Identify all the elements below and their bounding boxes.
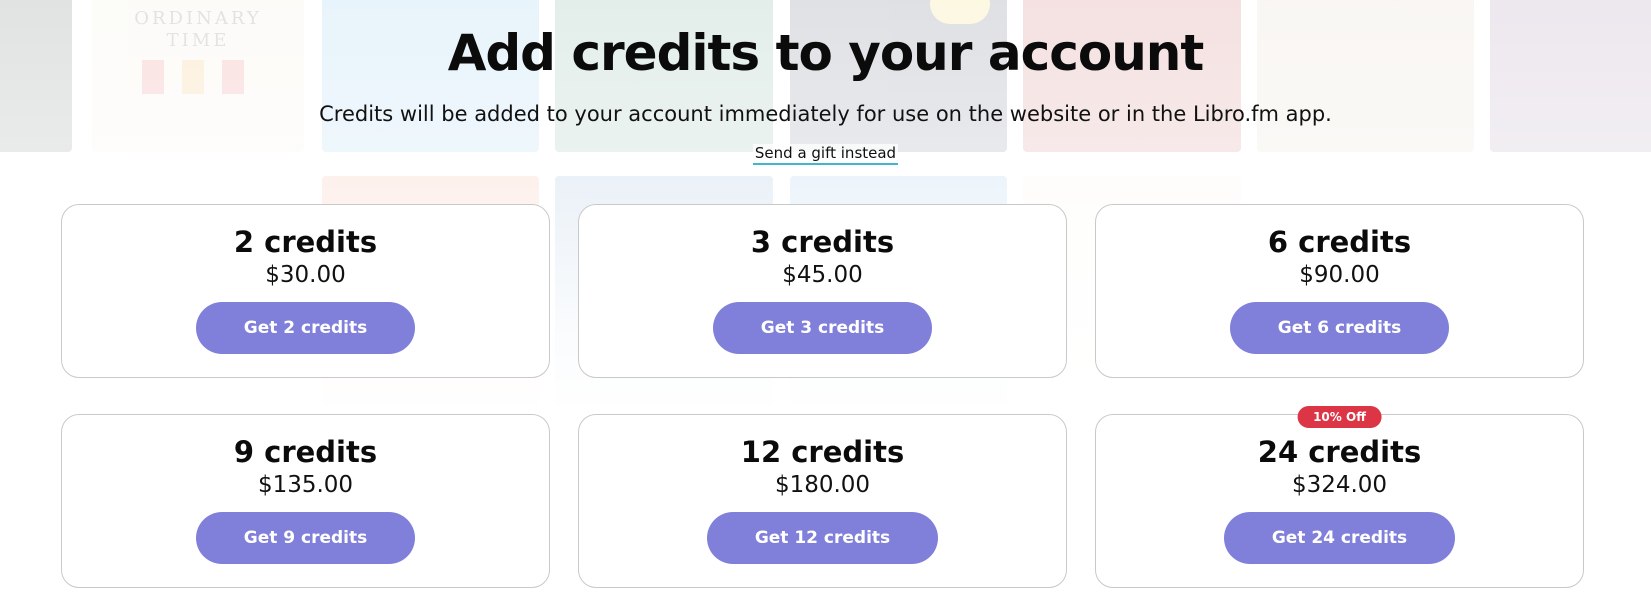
credit-package-card: 10% Off 24 credits $324.00 Get 24 credit… (1095, 406, 1584, 588)
credit-package-card: 12 credits $180.00 Get 12 credits (578, 414, 1067, 588)
get-2-credits-button[interactable]: Get 2 credits (195, 302, 416, 354)
page-title: Add credits to your account (447, 24, 1205, 82)
package-price: $180.00 (774, 472, 871, 498)
package-credits: 2 credits (233, 225, 378, 259)
page-header: Add credits to your account Credits will… (0, 20, 1651, 165)
package-credits: 9 credits (233, 435, 378, 469)
discount-badge: 10% Off (1297, 406, 1382, 428)
credit-package-card: 2 credits $30.00 Get 2 credits (61, 204, 550, 378)
get-6-credits-button[interactable]: Get 6 credits (1229, 302, 1450, 354)
package-credits: 12 credits (740, 435, 905, 469)
send-gift-link[interactable]: Send a gift instead (752, 144, 899, 165)
package-price: $45.00 (782, 262, 863, 288)
page-subtitle: Credits will be added to your account im… (319, 102, 1332, 126)
credit-package-card: 6 credits $90.00 Get 6 credits (1095, 204, 1584, 378)
package-price: $135.00 (257, 472, 354, 498)
credit-package-card: 9 credits $135.00 Get 9 credits (61, 414, 550, 588)
credit-packages-grid: 2 credits $30.00 Get 2 credits 3 credits… (61, 204, 1584, 588)
get-24-credits-button[interactable]: Get 24 credits (1223, 512, 1456, 564)
package-price: $30.00 (265, 262, 346, 288)
package-price: $324.00 (1291, 472, 1388, 498)
package-credits: 6 credits (1267, 225, 1412, 259)
get-3-credits-button[interactable]: Get 3 credits (712, 302, 933, 354)
add-credits-page: ORDINARY TIME Add credits to your accoun… (0, 0, 1651, 606)
package-price: $90.00 (1299, 262, 1380, 288)
get-12-credits-button[interactable]: Get 12 credits (706, 512, 939, 564)
package-credits: 3 credits (750, 225, 895, 259)
get-9-credits-button[interactable]: Get 9 credits (195, 512, 416, 564)
credit-package-card: 3 credits $45.00 Get 3 credits (578, 204, 1067, 378)
package-credits: 24 credits (1257, 435, 1422, 469)
